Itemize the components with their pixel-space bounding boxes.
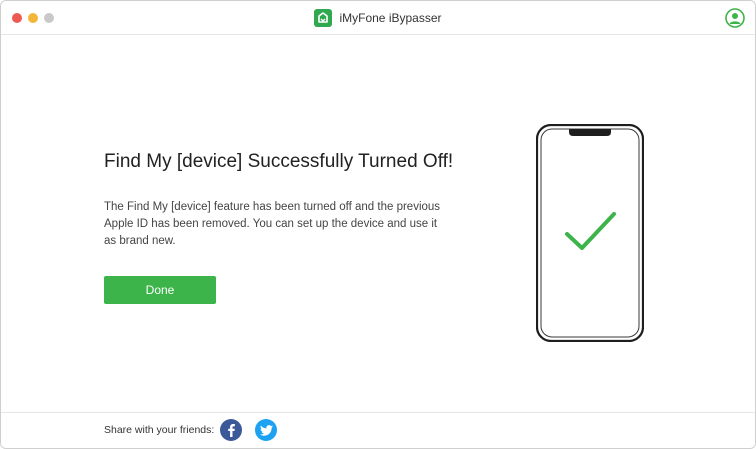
done-button[interactable]: Done: [104, 276, 216, 304]
facebook-icon: [228, 424, 235, 437]
twitter-icon: [259, 424, 273, 436]
app-title: iMyFone iBypasser: [1, 1, 755, 34]
main-content: Find My [device] Successfully Turned Off…: [1, 35, 755, 413]
facebook-share-button[interactable]: [220, 419, 242, 441]
app-window: iMyFone iBypasser Find My [device] Succe…: [0, 0, 756, 449]
title-bar: iMyFone iBypasser: [1, 1, 755, 35]
page-title: Find My [device] Successfully Turned Off…: [104, 151, 454, 172]
twitter-share-button[interactable]: [255, 419, 277, 441]
footer: Share with your friends:: [1, 412, 755, 448]
share-label: Share with your friends:: [104, 424, 215, 436]
imyfone-logo-icon: [314, 8, 333, 27]
result-description: The Find My [device] feature has been tu…: [104, 201, 441, 247]
window-title: iMyFone iBypasser: [339, 10, 442, 25]
phone-illustration: [535, 123, 645, 343]
account-icon[interactable]: [725, 8, 745, 28]
